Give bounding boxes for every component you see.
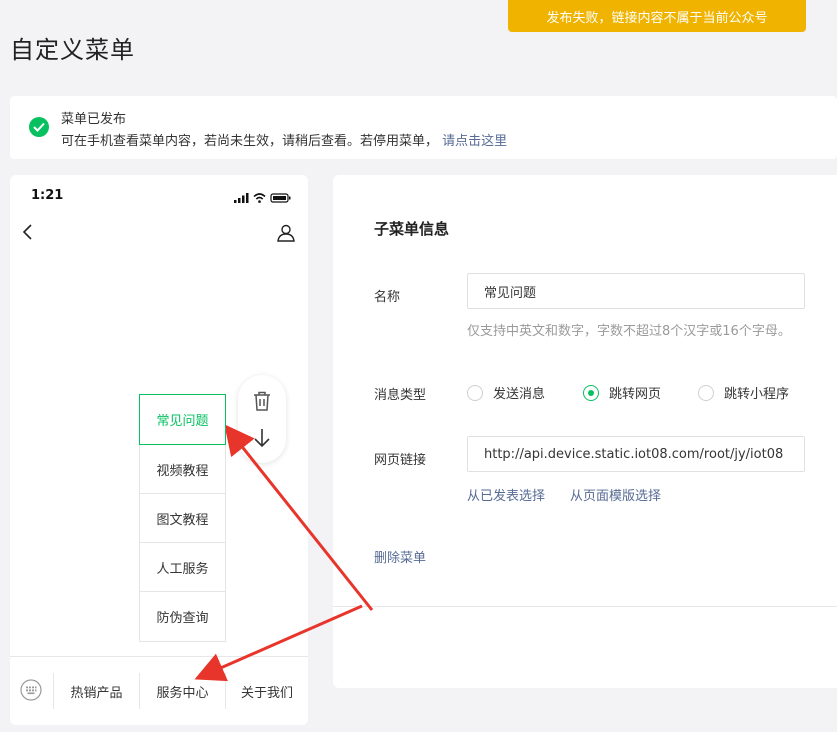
menu-bar: 热销产品 服务中心 关于我们 [10, 656, 308, 725]
submenu-item[interactable]: 图文教程 [140, 494, 225, 543]
phone-preview: 1:21 常见问题 视频教程 图文教程 人工服务 防伪查询 热销产品 服务中心 … [10, 175, 308, 725]
radio-circle [698, 384, 714, 401]
form-title: 子菜单信息 [374, 220, 450, 238]
notice-desc: 可在手机查看菜单内容，若尚未生效，请稍后查看。若停用菜单， 请点击这里 [61, 130, 507, 149]
user-profile-icon[interactable] [276, 223, 296, 247]
keyboard-icon[interactable] [20, 679, 42, 701]
signal-icon [234, 193, 249, 203]
submenu-list: 常见问题 视频教程 图文教程 人工服务 防伪查询 [139, 394, 226, 642]
menu-item[interactable]: 服务中心 [140, 657, 225, 725]
submenu-item[interactable]: 防伪查询 [140, 592, 225, 641]
radio-circle [467, 384, 483, 401]
menu-toolbox [238, 375, 286, 463]
status-time: 1:21 [31, 188, 64, 203]
menu-item[interactable]: 关于我们 [226, 657, 308, 725]
page-title: 自定义菜单 [10, 36, 135, 64]
status-icons [234, 189, 292, 208]
notice-desc-text: 可在手机查看菜单内容，若尚未生效，请稍后查看。若停用菜单， [61, 134, 439, 149]
url-label: 网页链接 [374, 453, 427, 468]
submenu-item[interactable]: 视频教程 [140, 445, 225, 494]
radio-jump-webpage[interactable]: 跳转网页 [583, 383, 661, 402]
radio-circle [583, 384, 599, 401]
submenu-item[interactable]: 常见问题 [139, 394, 226, 445]
delete-menu-link[interactable]: 删除菜单 [374, 547, 426, 566]
trash-icon[interactable] [252, 390, 272, 416]
name-input[interactable]: 常见问题 [467, 273, 805, 309]
radio-label: 发送消息 [493, 387, 546, 402]
radio-mini-program[interactable]: 跳转小程序 [698, 383, 789, 402]
publish-notice: 菜单已发布 可在手机查看菜单内容，若尚未生效，请稍后查看。若停用菜单， 请点击这… [10, 96, 837, 159]
radio-label: 跳转小程序 [724, 387, 790, 402]
disable-menu-link[interactable]: 请点击这里 [442, 134, 507, 149]
error-toast: 发布失败，链接内容不属于当前公众号 [508, 0, 806, 32]
message-type-label: 消息类型 [374, 388, 427, 403]
success-check-icon [29, 117, 49, 137]
form-divider [333, 606, 837, 607]
back-chevron-icon[interactable] [21, 223, 35, 245]
url-input[interactable]: http://api.device.static.iot08.com/root/… [467, 436, 805, 472]
notice-title: 菜单已发布 [61, 112, 127, 127]
name-label: 名称 [374, 290, 401, 305]
wifi-icon [253, 193, 266, 200]
battery-icon [270, 193, 291, 203]
select-template-link[interactable]: 从页面模版选择 [570, 485, 661, 504]
name-hint: 仅支持中英文和数字，字数不超过8个汉字或16个字母。 [467, 324, 791, 339]
menu-item[interactable]: 热销产品 [54, 657, 139, 725]
radio-send-message[interactable]: 发送消息 [467, 383, 545, 402]
submenu-item[interactable]: 人工服务 [140, 543, 225, 592]
move-down-icon[interactable] [252, 427, 272, 453]
select-published-link[interactable]: 从已发表选择 [467, 485, 545, 504]
radio-label: 跳转网页 [609, 387, 662, 402]
submenu-form: 子菜单信息 名称 常见问题 仅支持中英文和数字，字数不超过8个汉字或16个字母。… [333, 175, 837, 688]
